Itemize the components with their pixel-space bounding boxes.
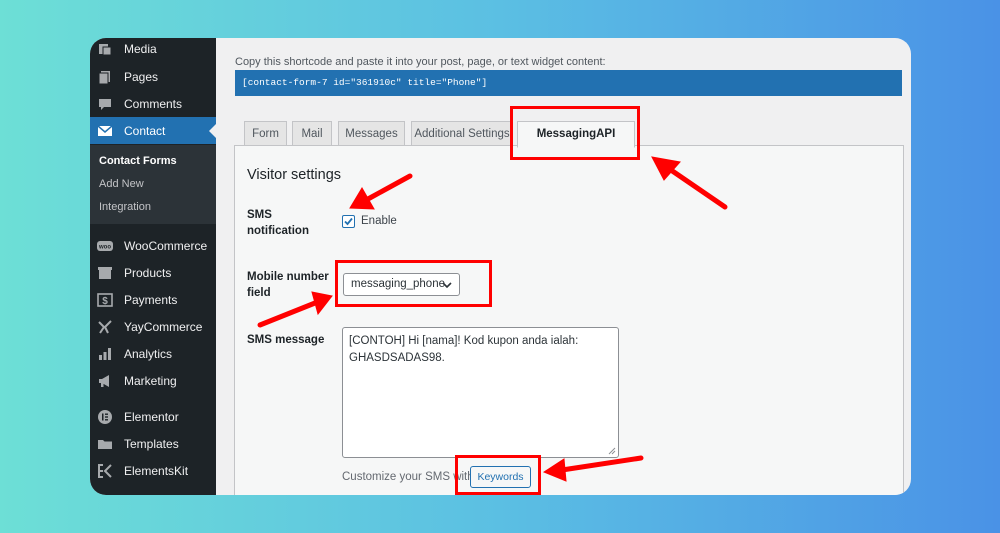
analytics-icon bbox=[97, 346, 113, 362]
sidebar-item-label: Analytics bbox=[124, 346, 173, 361]
sidebar-item-label: Payments bbox=[124, 292, 178, 307]
yaycommerce-icon bbox=[97, 319, 113, 335]
sms-enable-checkbox[interactable] bbox=[342, 215, 355, 228]
admin-sidebar: Media Pages Comments Contact Contact For… bbox=[90, 38, 216, 495]
tab-messagingapi[interactable]: MessagingAPI bbox=[517, 121, 635, 148]
mail-icon bbox=[97, 123, 113, 139]
templates-icon bbox=[97, 436, 113, 452]
comments-icon bbox=[97, 96, 113, 112]
main-content: Copy this shortcode and paste it into yo… bbox=[216, 38, 911, 495]
sidebar-item-label: Templates bbox=[124, 436, 179, 451]
mobile-number-label: Mobile number field bbox=[247, 271, 329, 299]
sidebar-item-marketing[interactable]: Marketing bbox=[90, 367, 216, 394]
elementor-icon bbox=[97, 409, 113, 425]
mobile-number-value: messaging_phone bbox=[351, 278, 445, 290]
enable-label[interactable]: Enable bbox=[361, 215, 397, 227]
sidebar-item-label: Comments bbox=[124, 96, 183, 111]
customize-hint: Customize your SMS with bbox=[342, 471, 474, 483]
contact-submenu: Contact Forms Add New Integration bbox=[90, 145, 216, 224]
sidebar-item-media[interactable]: Media bbox=[90, 38, 216, 62]
messagingapi-panel: Visitor settings SMS notification Enable… bbox=[234, 145, 904, 495]
products-icon bbox=[97, 265, 113, 281]
check-icon bbox=[344, 217, 353, 226]
submenu-integration[interactable]: Integration bbox=[99, 201, 151, 213]
sidebar-item-label: Media bbox=[124, 41, 157, 56]
sidebar-item-label: WooCommerce bbox=[124, 238, 208, 253]
mobile-number-select[interactable]: messaging_phone bbox=[343, 273, 460, 296]
sms-message-text: [CONTOH] Hi [nama]! Kod kupon anda ialah… bbox=[349, 335, 579, 364]
shortcode-note: Copy this shortcode and paste it into yo… bbox=[235, 56, 606, 68]
sidebar-item-label: YayCommerce bbox=[124, 319, 203, 334]
svg-text:$: $ bbox=[102, 296, 108, 307]
sidebar-item-label: Products bbox=[124, 265, 172, 280]
sidebar-item-products[interactable]: Products bbox=[90, 259, 216, 286]
sidebar-item-comments[interactable]: Comments bbox=[90, 90, 216, 117]
elementskit-icon bbox=[97, 463, 113, 479]
app-window: Media Pages Comments Contact Contact For… bbox=[90, 38, 911, 495]
submenu-contact-forms[interactable]: Contact Forms bbox=[99, 155, 177, 167]
payments-icon: $ bbox=[97, 292, 113, 308]
sidebar-item-label: Marketing bbox=[124, 373, 177, 388]
tab-additional-settings[interactable]: Additional Settings bbox=[411, 121, 513, 146]
tab-messages[interactable]: Messages bbox=[338, 121, 405, 146]
pages-icon bbox=[97, 69, 113, 85]
marketing-icon bbox=[97, 373, 113, 389]
sidebar-item-label: Elementor bbox=[124, 409, 179, 424]
sms-message-textarea[interactable]: [CONTOH] Hi [nama]! Kod kupon anda ialah… bbox=[342, 327, 619, 458]
sidebar-item-yaycommerce[interactable]: YayCommerce bbox=[90, 313, 216, 340]
sidebar-item-payments[interactable]: $ Payments bbox=[90, 286, 216, 313]
chevron-down-icon bbox=[442, 282, 452, 289]
shortcode-field[interactable]: [contact-form-7 id="361910c" title="Phon… bbox=[235, 70, 902, 96]
sidebar-item-pages[interactable]: Pages bbox=[90, 63, 216, 90]
sidebar-item-label: Contact bbox=[124, 123, 166, 138]
sidebar-item-label: Pages bbox=[124, 69, 159, 84]
sms-message-label: SMS message bbox=[247, 334, 325, 346]
sidebar-item-elementor[interactable]: Elementor bbox=[90, 403, 216, 430]
sidebar-item-label: ElementsKit bbox=[124, 463, 189, 478]
keywords-button[interactable]: Keywords bbox=[470, 466, 531, 488]
tab-mail[interactable]: Mail bbox=[292, 121, 332, 146]
sms-notification-label: SMS notification bbox=[247, 209, 309, 237]
tab-form[interactable]: Form bbox=[244, 121, 287, 146]
sidebar-item-templates[interactable]: Templates bbox=[90, 430, 216, 457]
sidebar-item-contact[interactable]: Contact bbox=[90, 117, 216, 144]
media-icon bbox=[97, 41, 113, 57]
sidebar-item-analytics[interactable]: Analytics bbox=[90, 340, 216, 367]
woocommerce-icon: woo bbox=[97, 238, 113, 254]
panel-title: Visitor settings bbox=[247, 167, 342, 183]
submenu-add-new[interactable]: Add New bbox=[99, 178, 144, 190]
sidebar-item-elementskit[interactable]: ElementsKit bbox=[90, 457, 216, 484]
resize-grip-icon[interactable] bbox=[608, 447, 616, 455]
svg-text:woo: woo bbox=[98, 244, 111, 250]
sidebar-item-woocommerce[interactable]: woo WooCommerce bbox=[90, 232, 216, 259]
